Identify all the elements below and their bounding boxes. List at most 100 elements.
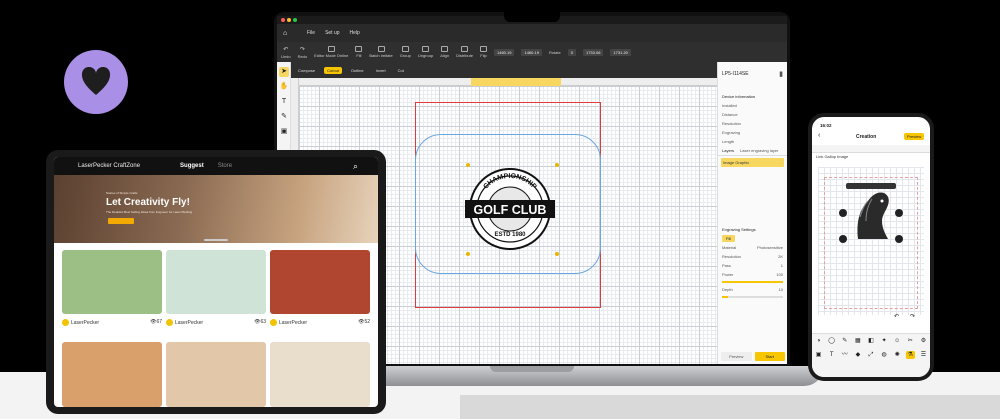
card-author[interactable]: LaserPecker [71, 319, 99, 325]
project-card-image[interactable] [270, 250, 370, 314]
menu-setup[interactable]: Set up [325, 30, 339, 36]
pos-x-field[interactable]: 1733.06 [582, 48, 604, 56]
selection-handle[interactable] [555, 252, 559, 256]
batch-button[interactable]: Batch Imitate [369, 46, 393, 58]
fill-button[interactable]: Fill [355, 46, 363, 58]
carousel-pager[interactable] [204, 239, 228, 241]
project-card-image[interactable] [62, 342, 162, 407]
subtab-cutout[interactable]: Cutout [324, 66, 342, 74]
horse-image[interactable] [838, 181, 904, 243]
hero-title: Let Creativity Fly! [106, 197, 190, 208]
align-button[interactable]: Align [440, 46, 449, 58]
depth-field[interactable]: 10 [779, 287, 783, 292]
flip-icon [480, 46, 487, 52]
ungroup-button[interactable]: Ungroup [418, 46, 433, 58]
device-icon[interactable]: ▮ [779, 70, 783, 78]
menu-help[interactable]: Help [350, 30, 360, 36]
text-tool-icon[interactable]: T [279, 97, 289, 107]
emoji-icon[interactable]: ☺ [893, 337, 902, 345]
avatar[interactable] [62, 318, 69, 326]
lab-icon[interactable]: ⚗ [905, 351, 915, 359]
project-card-image[interactable] [166, 250, 266, 314]
resolution-select[interactable]: 2K [778, 254, 783, 259]
shape-icon[interactable]: ◑ [814, 337, 823, 345]
hand-tool-icon[interactable]: ✋ [279, 82, 289, 92]
subtab-cut[interactable]: Cut [395, 67, 407, 74]
editor-icon [327, 46, 335, 52]
golf-club-logo[interactable]: CHAMPIONSHIP GOLF CLUB ESTD 1980 [465, 164, 555, 254]
card-author[interactable]: LaserPecker [279, 319, 307, 325]
laptop-notch [504, 12, 560, 22]
image-tool-icon[interactable]: ▣ [279, 127, 289, 137]
tablet-brand: LaserPecker CraftZone [78, 163, 141, 169]
undo-icon[interactable]: ↶ [894, 313, 899, 320]
more-settings-icon[interactable]: ☰ [919, 351, 928, 359]
pass-field[interactable]: 1 [781, 263, 783, 268]
stencil-icon[interactable]: ◍ [880, 351, 889, 359]
trace-icon[interactable]: ✦ [880, 337, 889, 345]
group-button[interactable]: Group [400, 46, 411, 58]
power-slider[interactable] [722, 281, 783, 283]
scale-icon[interactable]: ⤢ [866, 351, 875, 359]
card-views: 67 [156, 319, 162, 325]
hero-button[interactable] [108, 218, 134, 224]
rotate-field[interactable]: 0 [567, 48, 576, 56]
project-card-image[interactable] [166, 342, 266, 407]
depth-slider[interactable] [722, 296, 783, 298]
select-tool-icon[interactable]: ➤ [279, 67, 289, 77]
edit-icon[interactable]: ✎ [840, 337, 849, 345]
hero-banner[interactable] [54, 175, 378, 243]
selection-handle[interactable] [555, 163, 559, 167]
settings-icon[interactable]: ⚙ [919, 337, 928, 345]
subtab-compose[interactable]: Compose [295, 67, 318, 74]
card-views: 63 [260, 319, 266, 325]
tab-suggest[interactable]: Suggest [180, 163, 204, 169]
tab-layers[interactable]: Layers [722, 148, 734, 153]
subtab-invert[interactable]: Invert [373, 67, 389, 74]
phone-preview-button[interactable]: Preview [904, 133, 925, 140]
pos-y-field[interactable]: 1731.20 [610, 48, 631, 56]
cut-icon[interactable]: ✂ [906, 337, 915, 345]
back-icon[interactable]: ‹ [818, 132, 820, 139]
editor-mode-button[interactable]: Editor Mode Online [314, 46, 348, 58]
avatar[interactable] [270, 318, 277, 326]
redo-button[interactable]: ↷ Redo [298, 46, 308, 59]
preview-button[interactable]: Preview [721, 352, 752, 361]
outline-icon[interactable]: ◯ [827, 337, 836, 345]
flip-button[interactable]: Flip [480, 46, 487, 58]
avatar[interactable] [166, 318, 173, 326]
material-select[interactable]: Photosensitive [757, 245, 783, 250]
home-icon[interactable]: ⌂ [283, 30, 287, 37]
card-author[interactable]: LaserPecker [175, 319, 203, 325]
simplify-icon[interactable]: ◧ [866, 337, 875, 345]
power-field[interactable]: 100 [776, 272, 783, 277]
project-card-image[interactable] [62, 250, 162, 314]
phone-screen: 16:02 ‹ Creation Preview Link Gallop Ima… [812, 117, 930, 377]
redo-icon[interactable]: ↷ [910, 313, 915, 320]
floor-shadow [460, 395, 1000, 419]
doodle-icon[interactable]: 〰 [840, 351, 849, 359]
height-field[interactable]: 1460.19 [521, 48, 542, 56]
undo-button[interactable]: ↶ Undo [281, 46, 291, 59]
laptop-base-notch [490, 366, 574, 372]
image-icon[interactable]: ▣ [814, 351, 823, 359]
maximize-icon[interactable] [293, 18, 297, 22]
text-icon[interactable]: T [827, 351, 836, 359]
start-button[interactable]: Start [754, 352, 785, 361]
pen-tool-icon[interactable]: ✎ [279, 112, 289, 122]
search-icon[interactable]: ⌕ [353, 161, 358, 172]
project-card-image[interactable] [270, 342, 370, 407]
minimize-icon[interactable] [287, 18, 291, 22]
distribute-button[interactable]: Distribute [456, 46, 473, 58]
shapes-icon[interactable]: ◆ [853, 351, 862, 359]
close-icon[interactable] [281, 18, 285, 22]
width-field[interactable]: 1460.19 [494, 48, 515, 56]
layer-item[interactable]: Image Graphic [721, 158, 784, 167]
subtab-outline[interactable]: Outline [348, 67, 367, 74]
resolution-label: Resolution [722, 254, 741, 259]
menu-file[interactable]: File [307, 30, 315, 36]
mode-fill-button[interactable]: Fill [722, 235, 736, 242]
group-icon[interactable]: ▦ [853, 337, 862, 345]
lamp-icon[interactable]: ✺ [893, 351, 902, 359]
tab-store[interactable]: Store [218, 163, 232, 169]
